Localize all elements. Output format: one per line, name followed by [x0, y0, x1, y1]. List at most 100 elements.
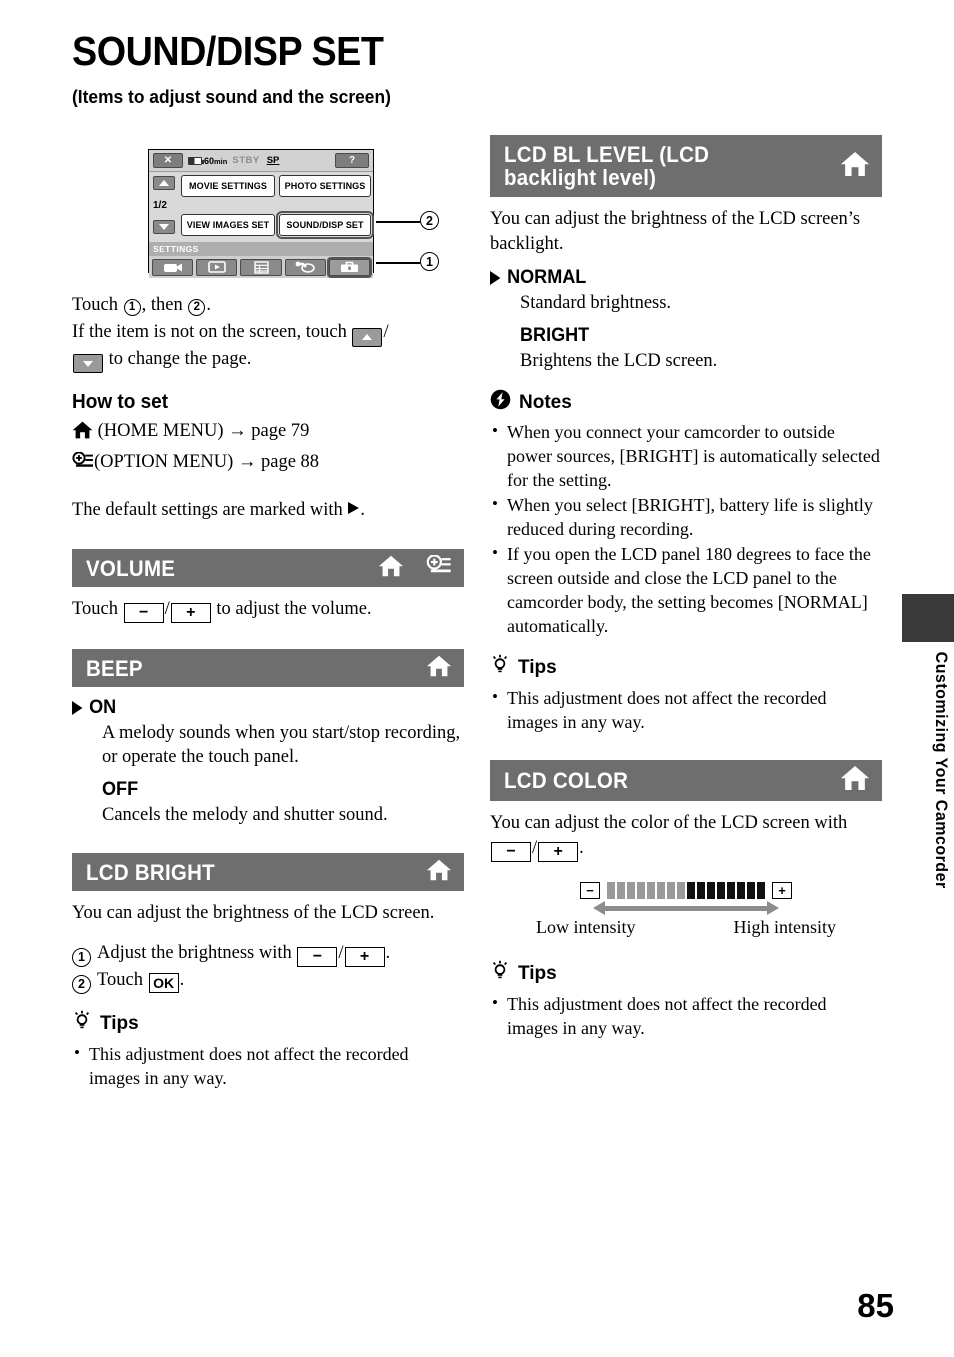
edge-tab-block — [902, 594, 954, 642]
option-label-beep-off: OFF — [102, 779, 446, 801]
help-icon[interactable]: ? — [335, 153, 369, 168]
default-settings-note: The default settings are marked with . — [72, 498, 464, 523]
intro-touch-pre: Touch — [72, 295, 123, 315]
home-icon — [840, 765, 870, 796]
option-arrow: → — [237, 452, 257, 472]
section-icons-lcd-bl-level — [840, 151, 870, 182]
chevron-down-key-icon — [73, 354, 103, 373]
high-intensity-label: High intensity — [733, 917, 837, 937]
intro-scroll-end: to change the page. — [104, 348, 252, 369]
section-title-beep: BEEP — [86, 655, 143, 681]
tip-item: This adjustment does not affect the reco… — [490, 685, 882, 734]
menu-button-photo-settings[interactable]: PHOTO SETTINGS — [279, 175, 371, 197]
step-2-end: . — [179, 970, 185, 990]
inline-number-2: 2 — [188, 299, 206, 317]
volume-body-pre: Touch — [72, 599, 123, 619]
tips-label: Tips — [518, 963, 557, 984]
home-icon — [426, 859, 452, 886]
notes-alert-icon — [490, 389, 511, 416]
note-item: If you open the LCD panel 180 degrees to… — [490, 541, 882, 638]
intensity-bar — [607, 882, 765, 899]
tips-list-lcd-color: This adjustment does not affect the reco… — [490, 991, 882, 1040]
how-to-home-line: (HOME MENU) → page 79 — [72, 418, 464, 447]
intensity-segment-high — [707, 882, 715, 899]
tips-heading-lcd-bl-level: Tips — [490, 654, 882, 682]
lcd-color-intro-pre: You can adjust the color of the LCD scre… — [490, 813, 848, 833]
default-marker-triangle-icon — [347, 498, 360, 523]
intensity-segment-low — [617, 882, 625, 899]
intensity-segment-low — [677, 882, 685, 899]
settings-tab-icon[interactable] — [326, 256, 373, 278]
lcd-bright-intro: You can adjust the brightness of the LCD… — [72, 903, 435, 923]
tips-bulb-icon — [490, 960, 510, 988]
default-marker-triangle-icon — [72, 701, 83, 715]
lcd-color-intro-sep: / — [532, 838, 538, 858]
section-title-lcd-color: LCD COLOR — [504, 768, 629, 793]
section-title-volume: VOLUME — [86, 555, 176, 581]
menu-button-view-images-set[interactable]: VIEW IMAGES SET — [181, 214, 275, 236]
camera-tab-icon[interactable] — [152, 258, 194, 276]
intensity-segment-high — [727, 882, 735, 899]
scale-minus-key: − — [580, 882, 600, 899]
section-header-lcd-color: LCD COLOR — [490, 760, 882, 801]
note-item: When you select [BRIGHT], battery life i… — [490, 492, 882, 541]
lcd-color-intro-end: . — [579, 838, 584, 858]
callout-lead-2 — [376, 221, 420, 223]
section-header-volume: VOLUME — [72, 549, 464, 587]
menu-button-movie-settings[interactable]: MOVIE SETTINGS — [181, 175, 275, 197]
intensity-segment-high — [717, 882, 725, 899]
step-2-pre: Touch — [97, 970, 148, 990]
edge-tab-label: Customizing Your Camcorder — [932, 651, 950, 889]
intensity-segment-low — [657, 882, 665, 899]
section-title-line-1: LCD BL LEVEL (LCD — [504, 142, 710, 167]
volume-body-sep: / — [164, 599, 170, 619]
default-marker-triangle-icon — [490, 271, 501, 285]
chevron-up-icon — [159, 180, 169, 186]
option-desc-beep-on: A melody sounds when you start/stop reco… — [102, 723, 461, 767]
menu-button-sound-disp-set[interactable]: SOUND/DISP SET — [276, 211, 374, 239]
section-header-beep: BEEP — [72, 649, 464, 687]
option-menu-label: (OPTION MENU) — [94, 452, 234, 472]
manage-media-tab-icon[interactable] — [240, 258, 282, 276]
tips-list-lcd-bl-level: This adjustment does not affect the reco… — [490, 685, 882, 734]
how-to-option-line: (OPTION MENU) → page 88 — [72, 449, 464, 478]
lcd-status-bar: ✕ 60min STBY SP ? — [149, 150, 373, 172]
lcd-color-intro: You can adjust the color of the LCD scre… — [490, 811, 882, 862]
intensity-segment-low — [647, 882, 655, 899]
page-up-button[interactable] — [153, 176, 175, 190]
option-label-normal: NORMAL — [490, 267, 862, 289]
intensity-segment-high — [747, 882, 755, 899]
inline-number-1: 1 — [123, 299, 141, 317]
intensity-segment-high — [687, 882, 695, 899]
section-header-lcd-bright: LCD BRIGHT — [72, 853, 464, 891]
close-icon[interactable]: ✕ — [153, 153, 183, 168]
others-tab-icon[interactable] — [284, 258, 326, 276]
tip-item: This adjustment does not affect the reco… — [490, 991, 882, 1040]
option-menu-icon — [426, 554, 452, 581]
lcd-tab-bar — [149, 256, 373, 278]
intensity-segment-low — [637, 882, 645, 899]
volume-body: Touch − / + to adjust the volume. — [72, 597, 464, 623]
lcd-menu-area: 1/2 MOVIE SETTINGS PHOTO SETTINGS VIEW I… — [149, 172, 374, 242]
intensity-scale-row: − + — [490, 882, 882, 899]
minus-key: − — [297, 947, 338, 967]
lcd-screen-mock: ✕ 60min STBY SP ? 1/2 MOVIE SETTINGS PHO… — [148, 149, 374, 278]
default-note-end: . — [360, 500, 365, 520]
home-icon — [840, 151, 870, 182]
intro-scroll-pre: If the item is not on the screen, touch — [72, 322, 352, 342]
plus-key: + — [170, 603, 211, 623]
playback-tab-icon[interactable] — [196, 258, 238, 276]
home-menu-page-ref[interactable]: page 79 — [251, 421, 309, 441]
page-down-button[interactable] — [153, 220, 175, 234]
intensity-segment-low — [667, 882, 675, 899]
intensity-segment-high — [757, 882, 765, 899]
section-icons-beep — [426, 655, 452, 682]
ok-key: OK — [148, 973, 179, 993]
chevron-up-key-icon — [352, 327, 383, 347]
step-1-end: . — [385, 943, 391, 963]
section-title-lcd-bl-level: LCD BL LEVEL (LCD backlight level) — [504, 143, 807, 189]
option-name-bright: BRIGHT — [520, 325, 590, 346]
lcd-color-intensity-scale: − + Low intensity High intensity — [490, 882, 882, 938]
option-menu-page-ref[interactable]: page 88 — [261, 452, 319, 472]
step-1-pre: Adjust the brightness with — [97, 943, 297, 963]
